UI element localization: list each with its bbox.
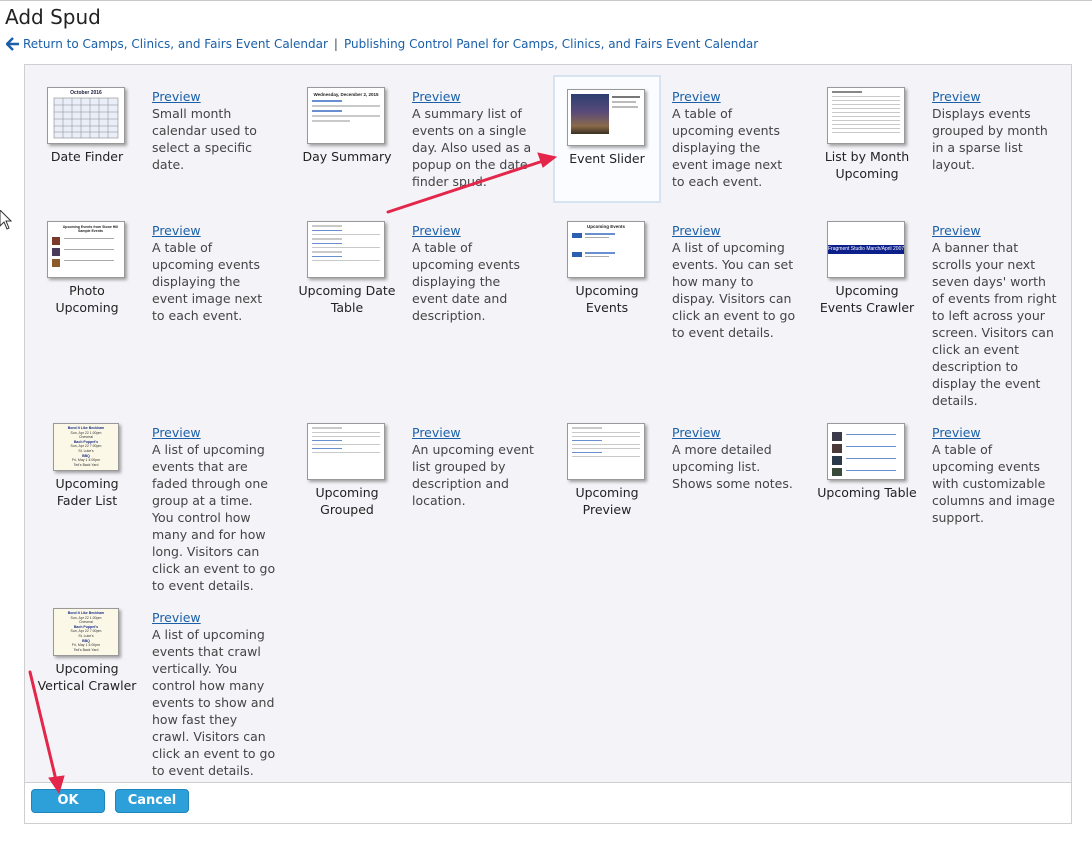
day-summary-thumbnail[interactable]: Wednesday, December 2, 2015 <box>307 87 385 144</box>
photo-upcoming-thumbnail[interactable]: Upcoming Events from Stone Hill Sample E… <box>47 221 125 278</box>
thumb-crawler-banner: Fragment Studio March/April 2007 - Sat <box>828 245 904 254</box>
upcoming-events-thumbnail[interactable]: Upcoming Events <box>567 221 645 278</box>
event-slider-thumbnail[interactable] <box>567 89 645 146</box>
date-finder-thumbnail[interactable]: October 2016 <box>47 87 125 144</box>
spud-label[interactable]: Event Slider <box>555 150 659 167</box>
spud-label[interactable]: Upcoming Date Table <box>297 282 397 316</box>
vertical-crawler-thumb-text: Bond It Like Beckham Sun, Apr 22 1:00pm Ch… <box>67 611 105 652</box>
preview-link[interactable]: Preview <box>152 88 277 105</box>
fader-thumb-text: Bond It Like Beckham Sun, Apr 22 1:00pm Ch… <box>67 426 105 467</box>
spud-label[interactable]: List by Month Upcoming <box>817 148 917 182</box>
upcoming-preview-thumbnail[interactable] <box>567 423 645 480</box>
spud-label[interactable]: Upcoming Table <box>817 484 917 501</box>
thumb-photo-header: Upcoming Events from Stone Hill Sample E… <box>62 225 119 233</box>
spud-description: Preview A more detailed upcoming list. S… <box>672 424 797 492</box>
events-crawler-thumbnail[interactable]: Fragment Studio March/April 2007 - Sat <box>827 221 905 278</box>
return-calendar-link[interactable]: Return to Camps, Clinics, and Fairs Even… <box>23 37 328 51</box>
ok-button[interactable]: OK <box>31 789 105 813</box>
preview-link[interactable]: Preview <box>932 424 1057 441</box>
description-text: Small month calendar used to select a sp… <box>152 106 257 172</box>
description-text: A banner that scrolls your next seven da… <box>932 240 1057 408</box>
spud-thumb-box[interactable]: Wednesday, December 2, 2015 Day Summary <box>297 77 397 197</box>
spud-thumb-box[interactable]: Upcoming Preview <box>557 413 657 533</box>
slider-dots-icon <box>598 138 612 141</box>
list-by-month-thumbnail[interactable] <box>827 87 905 144</box>
calendar-grid-icon <box>53 97 119 139</box>
spud-label[interactable]: Upcoming Grouped <box>297 484 397 518</box>
spud-label[interactable]: Photo Upcoming <box>37 282 137 316</box>
page-title: Add Spud <box>5 5 101 29</box>
spud-thumb-box[interactable]: Bond It Like Beckham Sun, Apr 22 1:00pm Ch… <box>37 598 137 718</box>
spud-description: Preview A banner that scrolls your next … <box>932 222 1057 409</box>
vertical-crawler-thumbnail[interactable]: Bond It Like Beckham Sun, Apr 22 1:00pm Ch… <box>53 608 119 656</box>
preview-link[interactable]: Preview <box>412 88 537 105</box>
spud-thumb-box[interactable]: List by Month Upcoming <box>817 77 917 197</box>
spud-label[interactable]: Date Finder <box>37 148 137 165</box>
description-text: A table of upcoming events with customiz… <box>932 442 1055 525</box>
spud-label[interactable]: Day Summary <box>297 148 397 165</box>
spud-description: Preview A summary list of events on a si… <box>412 88 537 190</box>
spud-thumb-box[interactable]: Upcoming Events from Stone Hill Sample E… <box>37 211 137 331</box>
preview-link[interactable]: Preview <box>672 222 797 239</box>
description-text: Displays events grouped by month in a sp… <box>932 106 1048 172</box>
spud-description: Preview A table of upcoming events displ… <box>152 222 277 324</box>
upcoming-date-table-thumbnail[interactable] <box>307 221 385 278</box>
spud-thumb-box[interactable]: October 2016 Date Finder <box>37 77 137 197</box>
description-text: An upcoming event list grouped by descri… <box>412 442 534 508</box>
spud-thumb-box[interactable]: Upcoming Grouped <box>297 413 397 533</box>
spud-label[interactable]: Upcoming Events Crawler <box>817 282 917 316</box>
back-arrow-icon[interactable] <box>6 37 20 51</box>
fader-list-thumbnail[interactable]: Bond It Like Beckham Sun, Apr 22 1:00pm Ch… <box>53 423 119 471</box>
top-border <box>0 0 1092 1</box>
dialog-footer: OK Cancel <box>25 782 1071 823</box>
control-panel-link[interactable]: Publishing Control Panel for Camps, Clin… <box>344 37 758 51</box>
spud-label[interactable]: Upcoming Vertical Crawler <box>37 660 137 694</box>
preview-link[interactable]: Preview <box>932 88 1057 105</box>
preview-link[interactable]: Preview <box>672 424 797 441</box>
upcoming-table-thumbnail[interactable] <box>827 423 905 480</box>
spud-gallery-panel: October 2016 Date Finder Preview Small m… <box>24 64 1072 824</box>
preview-link[interactable]: Preview <box>672 88 797 105</box>
breadcrumb-separator: | <box>333 37 338 51</box>
spud-description: Preview A list of upcoming events that a… <box>152 424 277 594</box>
spud-label[interactable]: Upcoming Fader List <box>37 475 137 509</box>
description-text: A list of upcoming events. You can set h… <box>672 240 796 340</box>
description-text: A table of upcoming events displaying th… <box>672 106 783 189</box>
description-text: A list of upcoming events that crawl ver… <box>152 627 276 778</box>
preview-link[interactable]: Preview <box>412 424 537 441</box>
spud-thumb-box[interactable]: Fragment Studio March/April 2007 - Sat U… <box>817 211 917 331</box>
spud-label[interactable]: Upcoming Events <box>557 282 657 316</box>
preview-link[interactable]: Preview <box>152 609 277 626</box>
spud-thumb-box[interactable]: Upcoming Events Upcoming Events <box>557 211 657 331</box>
night-sky-image-icon <box>571 94 609 134</box>
thumb-day-header: Wednesday, December 2, 2015 <box>313 92 379 97</box>
cancel-button[interactable]: Cancel <box>115 789 189 813</box>
description-text: A more detailed upcoming list. Shows som… <box>672 442 793 491</box>
mouse-cursor-icon <box>0 210 12 230</box>
preview-link[interactable]: Preview <box>412 222 537 239</box>
spud-description: Preview A table of upcoming events displ… <box>412 222 537 324</box>
spud-description: Preview A table of upcoming events with … <box>932 424 1057 526</box>
description-text: A table of upcoming events displaying th… <box>152 240 263 323</box>
preview-link[interactable]: Preview <box>932 222 1057 239</box>
spud-description: Preview Displays events grouped by month… <box>932 88 1057 173</box>
preview-link[interactable]: Preview <box>152 424 277 441</box>
description-text: A list of upcoming events that are faded… <box>152 442 276 593</box>
preview-link[interactable]: Preview <box>152 222 277 239</box>
thumb-upcoming-header: Upcoming Events <box>586 224 625 229</box>
spud-description: Preview An upcoming event list grouped b… <box>412 424 537 509</box>
spud-thumb-box[interactable]: Bond It Like Beckham Sun, Apr 22 1:00pm Ch… <box>37 413 137 533</box>
description-text: A summary list of events on a single day… <box>412 106 532 189</box>
spud-description: Preview A list of upcoming events. You c… <box>672 222 797 341</box>
upcoming-grouped-thumbnail[interactable] <box>307 423 385 480</box>
breadcrumb: Return to Camps, Clinics, and Fairs Even… <box>6 37 758 51</box>
spud-thumb-box[interactable]: Upcoming Date Table <box>297 211 397 331</box>
spud-description: Preview A table of upcoming events displ… <box>672 88 797 190</box>
spud-description: Preview A list of upcoming events that c… <box>152 609 277 779</box>
description-text: A table of upcoming events displaying th… <box>412 240 520 323</box>
spud-description: Preview Small month calendar used to sel… <box>152 88 277 173</box>
spud-label[interactable]: Upcoming Preview <box>557 484 657 518</box>
spud-thumb-box[interactable]: Upcoming Table <box>817 413 917 533</box>
spud-thumb-box-selected[interactable]: Event Slider <box>553 75 661 203</box>
